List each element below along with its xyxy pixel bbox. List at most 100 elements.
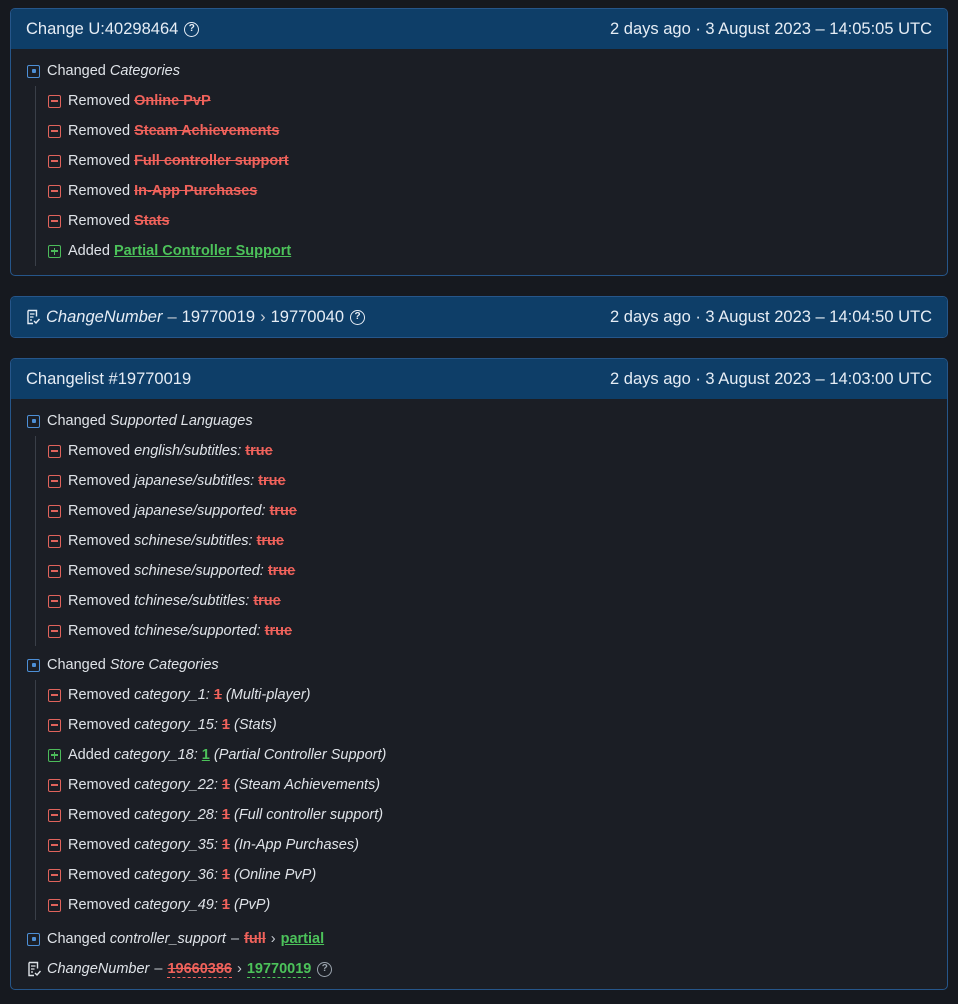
list-item: Removed japanese/subtitles: true — [48, 466, 931, 496]
list-item: Added category_18: 1 (Partial Controller… — [48, 740, 931, 770]
changed-icon — [27, 658, 40, 672]
old-changenumber-link[interactable]: 19660386 — [167, 961, 232, 978]
removed-icon — [48, 184, 61, 198]
list-item: Removed Steam Achievements — [48, 116, 931, 146]
card-timestamp[interactable]: 2 days ago · 3 August 2023 – 14:04:50 UT… — [610, 308, 932, 327]
removed-label: Removed — [68, 807, 131, 823]
removed-label: Removed — [68, 837, 131, 853]
removed-icon — [48, 778, 61, 792]
value-note: (Full controller support) — [233, 807, 384, 823]
list-item: Removed japanese/supported: true — [48, 496, 931, 526]
removed-icon — [48, 214, 61, 228]
key-name: category_49: — [134, 897, 218, 913]
key-name: japanese/supported: — [134, 503, 266, 519]
removed-label: Removed — [68, 593, 131, 609]
card-timestamp[interactable]: 2 days ago · 3 August 2023 – 14:03:00 UT… — [610, 370, 932, 389]
card-title: Changelist #19770019 — [26, 369, 192, 388]
removed-value: 1 — [221, 837, 230, 853]
removed-value: Stats — [134, 213, 170, 229]
changed-row: Changed Store Categories — [27, 650, 931, 680]
key-name: schinese/subtitles: — [134, 533, 253, 549]
removed-label: Removed — [68, 503, 131, 519]
value-note: (Stats) — [233, 717, 277, 733]
added-value[interactable]: Partial Controller Support — [114, 243, 291, 259]
dash: – — [154, 961, 163, 977]
changed-icon — [27, 64, 40, 78]
removed-icon — [48, 808, 61, 822]
removed-icon — [48, 868, 61, 882]
removed-icon — [48, 444, 61, 458]
list-item: Removed category_28: 1 (Full controller … — [48, 800, 931, 830]
list-item: Added Partial Controller Support — [48, 236, 931, 266]
removed-label: Removed — [68, 473, 131, 489]
removed-label: Removed — [68, 687, 131, 703]
added-icon — [48, 748, 61, 762]
key-name: category_15: — [134, 717, 218, 733]
document-icon — [27, 309, 40, 325]
removed-label: Removed — [68, 897, 131, 913]
removed-label: Removed — [68, 563, 131, 579]
new-value: 19770040 — [270, 307, 345, 326]
added-label: Added — [68, 243, 110, 259]
card-body: Changed Categories Removed Online PvP Re… — [11, 49, 947, 274]
field-name: Supported Languages — [109, 413, 253, 429]
removed-label: Removed — [68, 183, 131, 199]
key-name: english/subtitles: — [134, 443, 242, 459]
removed-value: true — [267, 563, 296, 579]
removed-value: 1 — [221, 717, 230, 733]
field-name: controller_support — [109, 931, 226, 947]
removed-icon — [48, 564, 61, 578]
removed-icon — [48, 474, 61, 488]
removed-value: Online PvP — [134, 93, 211, 109]
key-name: japanese/subtitles: — [134, 473, 255, 489]
value-note: (Online PvP) — [233, 867, 317, 883]
arrow: › — [236, 961, 242, 977]
removed-value: true — [245, 443, 273, 459]
removed-value: true — [264, 623, 293, 639]
list-item: Removed category_36: 1 (Online PvP) — [48, 860, 931, 890]
list-item: Removed category_35: 1 (In-App Purchases… — [48, 830, 931, 860]
removed-icon — [48, 124, 61, 138]
removed-icon — [48, 154, 61, 168]
key-name: category_18: — [113, 747, 198, 763]
added-label: Added — [68, 747, 110, 763]
removed-icon — [48, 688, 61, 702]
removed-icon — [48, 534, 61, 548]
added-icon — [48, 244, 61, 258]
help-icon[interactable]: ? — [350, 309, 366, 325]
card-header: Changelist #19770019 2 days ago · 3 Augu… — [11, 359, 947, 399]
new-value[interactable]: partial — [281, 931, 325, 947]
removed-label: Removed — [68, 623, 131, 639]
removed-label: Removed — [68, 443, 131, 459]
key-name: category_1: — [134, 687, 210, 703]
removed-label: Removed — [68, 213, 131, 229]
help-icon[interactable]: ? — [317, 961, 333, 977]
new-changenumber-link[interactable]: 19770019 — [246, 961, 312, 978]
removed-icon — [48, 838, 61, 852]
arrow: › — [260, 307, 266, 326]
help-icon[interactable]: ? — [184, 21, 200, 37]
document-icon — [28, 961, 41, 977]
changed-label: Changed — [47, 413, 106, 429]
removed-label: Removed — [68, 93, 131, 109]
removed-value: 1 — [221, 897, 230, 913]
dash: – — [230, 931, 240, 947]
value-note: (Steam Achievements) — [233, 777, 381, 793]
changed-icon — [27, 414, 40, 428]
card-timestamp[interactable]: 2 days ago · 3 August 2023 – 14:05:05 UT… — [610, 20, 932, 39]
key-name: tchinese/subtitles: — [134, 593, 250, 609]
list-item: Removed tchinese/subtitles: true — [48, 586, 931, 616]
removed-value: true — [258, 473, 286, 489]
list-item: Removed Stats — [48, 206, 931, 236]
added-value[interactable]: 1 — [202, 747, 210, 763]
removed-value: Steam Achievements — [134, 123, 280, 139]
changed-label: Changed — [47, 931, 106, 947]
removed-value: true — [269, 503, 297, 519]
removed-value: 1 — [213, 687, 222, 703]
field-name: Categories — [109, 63, 180, 79]
removed-label: Removed — [68, 777, 131, 793]
removed-value: Full controller support — [134, 153, 289, 169]
key-name: category_35: — [134, 837, 218, 853]
removed-value: 1 — [221, 867, 230, 883]
removed-icon — [48, 594, 61, 608]
